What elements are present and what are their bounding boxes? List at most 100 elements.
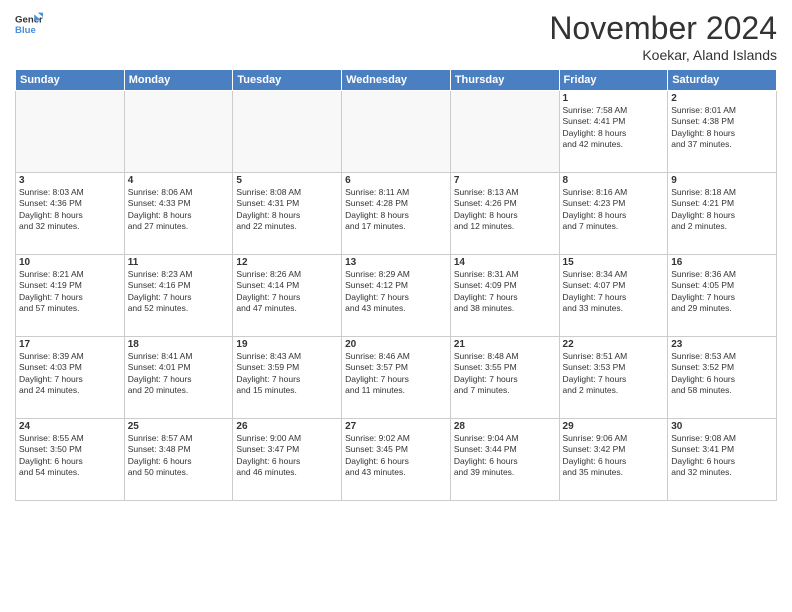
- table-row: 26Sunrise: 9:00 AMSunset: 3:47 PMDayligh…: [233, 419, 342, 501]
- day-info: Sunrise: 8:29 AMSunset: 4:12 PMDaylight:…: [345, 269, 447, 315]
- day-number: 25: [128, 421, 230, 432]
- table-row: [124, 91, 233, 173]
- day-info: Sunrise: 8:34 AMSunset: 4:07 PMDaylight:…: [563, 269, 665, 315]
- table-row: 18Sunrise: 8:41 AMSunset: 4:01 PMDayligh…: [124, 337, 233, 419]
- table-row: [16, 91, 125, 173]
- table-row: [450, 91, 559, 173]
- day-number: 10: [19, 257, 121, 268]
- day-info: Sunrise: 8:31 AMSunset: 4:09 PMDaylight:…: [454, 269, 556, 315]
- day-number: 20: [345, 339, 447, 350]
- table-row: 1Sunrise: 7:58 AMSunset: 4:41 PMDaylight…: [559, 91, 668, 173]
- calendar-week-row: 3Sunrise: 8:03 AMSunset: 4:36 PMDaylight…: [16, 173, 777, 255]
- location: Koekar, Aland Islands: [549, 47, 777, 63]
- header: General Blue November 2024 Koekar, Aland…: [15, 10, 777, 63]
- table-row: 8Sunrise: 8:16 AMSunset: 4:23 PMDaylight…: [559, 173, 668, 255]
- logo-icon: General Blue: [15, 10, 43, 38]
- table-row: 9Sunrise: 8:18 AMSunset: 4:21 PMDaylight…: [668, 173, 777, 255]
- day-number: 5: [236, 175, 338, 186]
- day-info: Sunrise: 7:58 AMSunset: 4:41 PMDaylight:…: [563, 105, 665, 151]
- day-info: Sunrise: 8:51 AMSunset: 3:53 PMDaylight:…: [563, 351, 665, 397]
- day-number: 27: [345, 421, 447, 432]
- day-info: Sunrise: 8:36 AMSunset: 4:05 PMDaylight:…: [671, 269, 773, 315]
- day-number: 24: [19, 421, 121, 432]
- table-row: [233, 91, 342, 173]
- col-thursday: Thursday: [450, 70, 559, 91]
- col-friday: Friday: [559, 70, 668, 91]
- table-row: 4Sunrise: 8:06 AMSunset: 4:33 PMDaylight…: [124, 173, 233, 255]
- day-info: Sunrise: 8:55 AMSunset: 3:50 PMDaylight:…: [19, 433, 121, 479]
- day-info: Sunrise: 9:02 AMSunset: 3:45 PMDaylight:…: [345, 433, 447, 479]
- col-sunday: Sunday: [16, 70, 125, 91]
- table-row: 28Sunrise: 9:04 AMSunset: 3:44 PMDayligh…: [450, 419, 559, 501]
- table-row: 13Sunrise: 8:29 AMSunset: 4:12 PMDayligh…: [342, 255, 451, 337]
- day-info: Sunrise: 8:23 AMSunset: 4:16 PMDaylight:…: [128, 269, 230, 315]
- calendar-week-row: 24Sunrise: 8:55 AMSunset: 3:50 PMDayligh…: [16, 419, 777, 501]
- table-row: 10Sunrise: 8:21 AMSunset: 4:19 PMDayligh…: [16, 255, 125, 337]
- day-info: Sunrise: 8:03 AMSunset: 4:36 PMDaylight:…: [19, 187, 121, 233]
- day-number: 29: [563, 421, 665, 432]
- day-number: 8: [563, 175, 665, 186]
- title-block: November 2024 Koekar, Aland Islands: [549, 10, 777, 63]
- col-tuesday: Tuesday: [233, 70, 342, 91]
- table-row: 15Sunrise: 8:34 AMSunset: 4:07 PMDayligh…: [559, 255, 668, 337]
- table-row: [342, 91, 451, 173]
- table-row: 21Sunrise: 8:48 AMSunset: 3:55 PMDayligh…: [450, 337, 559, 419]
- page: General Blue November 2024 Koekar, Aland…: [0, 0, 792, 612]
- calendar: Sunday Monday Tuesday Wednesday Thursday…: [15, 69, 777, 501]
- day-number: 11: [128, 257, 230, 268]
- table-row: 7Sunrise: 8:13 AMSunset: 4:26 PMDaylight…: [450, 173, 559, 255]
- table-row: 27Sunrise: 9:02 AMSunset: 3:45 PMDayligh…: [342, 419, 451, 501]
- calendar-week-row: 10Sunrise: 8:21 AMSunset: 4:19 PMDayligh…: [16, 255, 777, 337]
- table-row: 14Sunrise: 8:31 AMSunset: 4:09 PMDayligh…: [450, 255, 559, 337]
- day-number: 17: [19, 339, 121, 350]
- table-row: 5Sunrise: 8:08 AMSunset: 4:31 PMDaylight…: [233, 173, 342, 255]
- day-info: Sunrise: 8:06 AMSunset: 4:33 PMDaylight:…: [128, 187, 230, 233]
- day-number: 7: [454, 175, 556, 186]
- day-number: 3: [19, 175, 121, 186]
- day-number: 2: [671, 93, 773, 104]
- day-number: 1: [563, 93, 665, 104]
- table-row: 22Sunrise: 8:51 AMSunset: 3:53 PMDayligh…: [559, 337, 668, 419]
- day-number: 15: [563, 257, 665, 268]
- calendar-header-row: Sunday Monday Tuesday Wednesday Thursday…: [16, 70, 777, 91]
- day-number: 9: [671, 175, 773, 186]
- day-number: 12: [236, 257, 338, 268]
- day-info: Sunrise: 8:48 AMSunset: 3:55 PMDaylight:…: [454, 351, 556, 397]
- table-row: 11Sunrise: 8:23 AMSunset: 4:16 PMDayligh…: [124, 255, 233, 337]
- day-info: Sunrise: 8:18 AMSunset: 4:21 PMDaylight:…: [671, 187, 773, 233]
- table-row: 17Sunrise: 8:39 AMSunset: 4:03 PMDayligh…: [16, 337, 125, 419]
- month-title: November 2024: [549, 10, 777, 47]
- day-number: 30: [671, 421, 773, 432]
- table-row: 12Sunrise: 8:26 AMSunset: 4:14 PMDayligh…: [233, 255, 342, 337]
- day-number: 4: [128, 175, 230, 186]
- calendar-week-row: 1Sunrise: 7:58 AMSunset: 4:41 PMDaylight…: [16, 91, 777, 173]
- svg-text:Blue: Blue: [15, 25, 36, 36]
- day-info: Sunrise: 8:13 AMSunset: 4:26 PMDaylight:…: [454, 187, 556, 233]
- day-info: Sunrise: 8:21 AMSunset: 4:19 PMDaylight:…: [19, 269, 121, 315]
- day-number: 23: [671, 339, 773, 350]
- table-row: 25Sunrise: 8:57 AMSunset: 3:48 PMDayligh…: [124, 419, 233, 501]
- table-row: 2Sunrise: 8:01 AMSunset: 4:38 PMDaylight…: [668, 91, 777, 173]
- day-info: Sunrise: 9:06 AMSunset: 3:42 PMDaylight:…: [563, 433, 665, 479]
- day-number: 28: [454, 421, 556, 432]
- day-number: 19: [236, 339, 338, 350]
- table-row: 24Sunrise: 8:55 AMSunset: 3:50 PMDayligh…: [16, 419, 125, 501]
- day-number: 26: [236, 421, 338, 432]
- col-monday: Monday: [124, 70, 233, 91]
- table-row: 3Sunrise: 8:03 AMSunset: 4:36 PMDaylight…: [16, 173, 125, 255]
- table-row: 6Sunrise: 8:11 AMSunset: 4:28 PMDaylight…: [342, 173, 451, 255]
- day-info: Sunrise: 9:00 AMSunset: 3:47 PMDaylight:…: [236, 433, 338, 479]
- col-saturday: Saturday: [668, 70, 777, 91]
- day-info: Sunrise: 8:26 AMSunset: 4:14 PMDaylight:…: [236, 269, 338, 315]
- day-info: Sunrise: 8:46 AMSunset: 3:57 PMDaylight:…: [345, 351, 447, 397]
- table-row: 19Sunrise: 8:43 AMSunset: 3:59 PMDayligh…: [233, 337, 342, 419]
- table-row: 29Sunrise: 9:06 AMSunset: 3:42 PMDayligh…: [559, 419, 668, 501]
- logo: General Blue: [15, 10, 43, 38]
- day-number: 21: [454, 339, 556, 350]
- day-number: 6: [345, 175, 447, 186]
- day-info: Sunrise: 8:57 AMSunset: 3:48 PMDaylight:…: [128, 433, 230, 479]
- day-number: 13: [345, 257, 447, 268]
- table-row: 30Sunrise: 9:08 AMSunset: 3:41 PMDayligh…: [668, 419, 777, 501]
- day-info: Sunrise: 8:43 AMSunset: 3:59 PMDaylight:…: [236, 351, 338, 397]
- day-number: 18: [128, 339, 230, 350]
